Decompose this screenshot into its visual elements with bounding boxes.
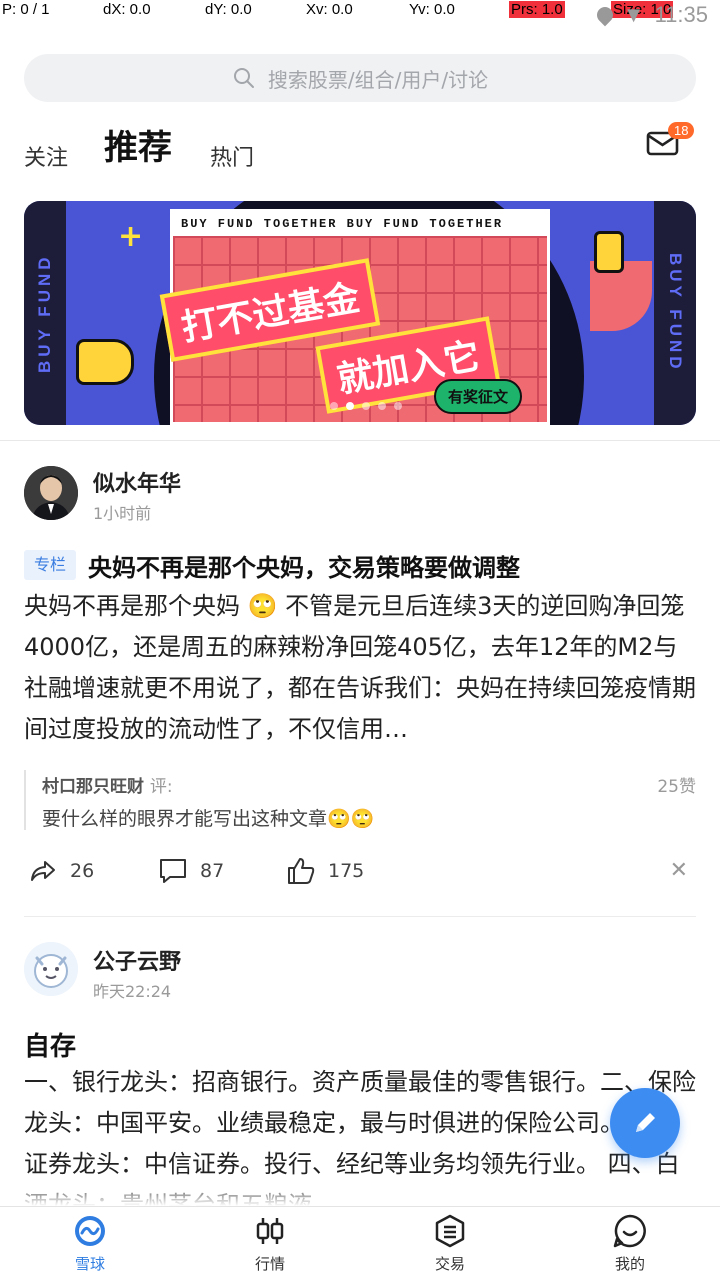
nav-me[interactable]: 我的 — [585, 1213, 675, 1274]
like-button[interactable]: 175 — [286, 856, 364, 886]
nav-label: 雪球 — [74, 1255, 105, 1273]
tab-hot[interactable]: 热门 — [210, 140, 254, 172]
like-count: 175 — [328, 860, 365, 882]
hot-comment[interactable]: 村口那只旺财 评: 25赞 要什么样的眼界才能写出这种文章🙄🙄 — [24, 770, 696, 830]
comment-count: 87 — [200, 860, 225, 882]
banner-side-text-right: BUY FUND — [654, 201, 696, 425]
nav-market[interactable]: 行情 — [225, 1213, 315, 1274]
search-placeholder: 搜索股票/组合/用户/讨论 — [267, 67, 489, 92]
comment-likes: 25赞 — [657, 777, 696, 797]
post-actions: 26 87 175 ✕ — [24, 856, 696, 892]
post-title[interactable]: 自存 — [24, 1026, 76, 1063]
thumbs-up-icon — [288, 858, 315, 884]
post-time: 1小时前 — [93, 504, 152, 523]
pager-dot — [378, 402, 386, 410]
search-bar[interactable]: 搜索股票/组合/用户/讨论 — [24, 54, 696, 102]
banner-side-text-left: BUY FUND — [24, 201, 66, 425]
avatar[interactable] — [24, 942, 78, 996]
wifi-icon: ▼ — [622, 2, 645, 27]
candlestick-icon — [256, 1218, 284, 1244]
banner-pager — [330, 402, 402, 410]
pager-dot — [362, 402, 370, 410]
column-tag: 专栏 — [24, 550, 77, 580]
status-bar: ▼ 11:35 — [593, 2, 708, 28]
pointing-hand-icon — [76, 339, 134, 385]
nav-trade[interactable]: 交易 — [405, 1213, 495, 1274]
comment-username: 村口那只旺财 — [42, 777, 144, 797]
snowball-icon — [75, 1216, 105, 1246]
pager-dot — [330, 402, 338, 410]
avatar-image — [24, 942, 78, 996]
comment-text: 要什么样的眼界才能写出这种文章🙄🙄 — [42, 808, 375, 830]
search-icon — [233, 68, 254, 88]
profile-icon — [613, 1214, 646, 1248]
clock: 11:35 — [654, 2, 708, 27]
debug-dx: dX: 0.0 — [103, 1, 151, 18]
pager-dot — [394, 402, 402, 410]
tab-follow[interactable]: 关注 — [24, 140, 68, 172]
content-fade — [0, 1180, 720, 1206]
share-button[interactable]: 26 — [28, 856, 94, 886]
debug-yv: Yv: 0.0 — [409, 1, 455, 18]
comment-user: 村口那只旺财 评: — [42, 772, 173, 797]
debug-xv: Xv: 0.0 — [306, 1, 353, 18]
comment-button[interactable]: 87 — [158, 856, 224, 886]
nav-label: 行情 — [254, 1255, 285, 1273]
nav-label: 交易 — [434, 1255, 465, 1273]
pager-dot-active — [346, 402, 354, 410]
nav-xueqiu[interactable]: 雪球 — [45, 1213, 135, 1274]
debug-p: P: 0 / 1 — [2, 1, 50, 18]
dismiss-icon[interactable]: ✕ — [670, 858, 688, 883]
promo-banner[interactable]: BUY FUND + BUY FUND TOGETHER BUY FUND TO… — [24, 201, 696, 425]
debug-prs: Prs: 1.0 — [509, 1, 565, 18]
location-icon — [593, 3, 617, 27]
banner-pill: 有奖征文 — [434, 379, 523, 414]
avatar-image — [24, 466, 78, 520]
raised-hand-icon — [594, 231, 624, 273]
comment-suffix: 评: — [149, 777, 173, 797]
post-title[interactable]: 央妈不再是那个央妈，交易策略要做调整 — [88, 548, 520, 583]
share-icon — [31, 861, 55, 881]
compose-button[interactable] — [610, 1088, 680, 1158]
avatar[interactable] — [24, 466, 78, 520]
mail-button[interactable]: 18 — [646, 122, 696, 166]
share-count: 26 — [70, 860, 95, 882]
comment-icon — [160, 859, 186, 883]
plus-icon: + — [118, 219, 144, 254]
debug-dy: dY: 0.0 — [205, 1, 252, 18]
bottom-nav: 雪球 行情 交易 我的 — [0, 1206, 720, 1280]
banner-top-text: BUY FUND TOGETHER BUY FUND TOGETHER — [173, 212, 547, 236]
post-body[interactable]: 央妈不再是那个央妈 🙄 不管是元旦后连续3天的逆回购净回笼4000亿，还是周五的… — [24, 586, 700, 750]
section-divider — [0, 440, 720, 441]
post-time: 昨天22:24 — [93, 982, 172, 1001]
nav-label: 我的 — [614, 1255, 645, 1273]
tab-recommend[interactable]: 推荐 — [104, 120, 172, 172]
post-divider — [24, 916, 696, 917]
mail-badge: 18 — [668, 122, 695, 139]
pencil-icon — [636, 1113, 655, 1132]
trade-icon — [435, 1214, 465, 1248]
post-author[interactable]: 公子云野 — [93, 944, 181, 976]
post-author[interactable]: 似水年华 — [93, 466, 181, 498]
